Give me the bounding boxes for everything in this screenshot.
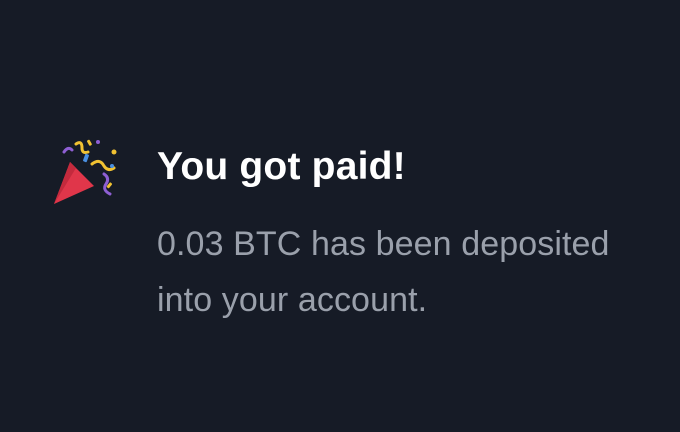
payment-notification[interactable]: You got paid! 0.03 BTC has been deposite… [0, 0, 680, 432]
notification-content: You got paid! 0.03 BTC has been deposite… [157, 140, 677, 328]
notification-message: 0.03 BTC has been deposited into your ac… [157, 225, 610, 319]
party-popper-icon [48, 134, 124, 210]
notification-title: You got paid! [157, 145, 406, 188]
